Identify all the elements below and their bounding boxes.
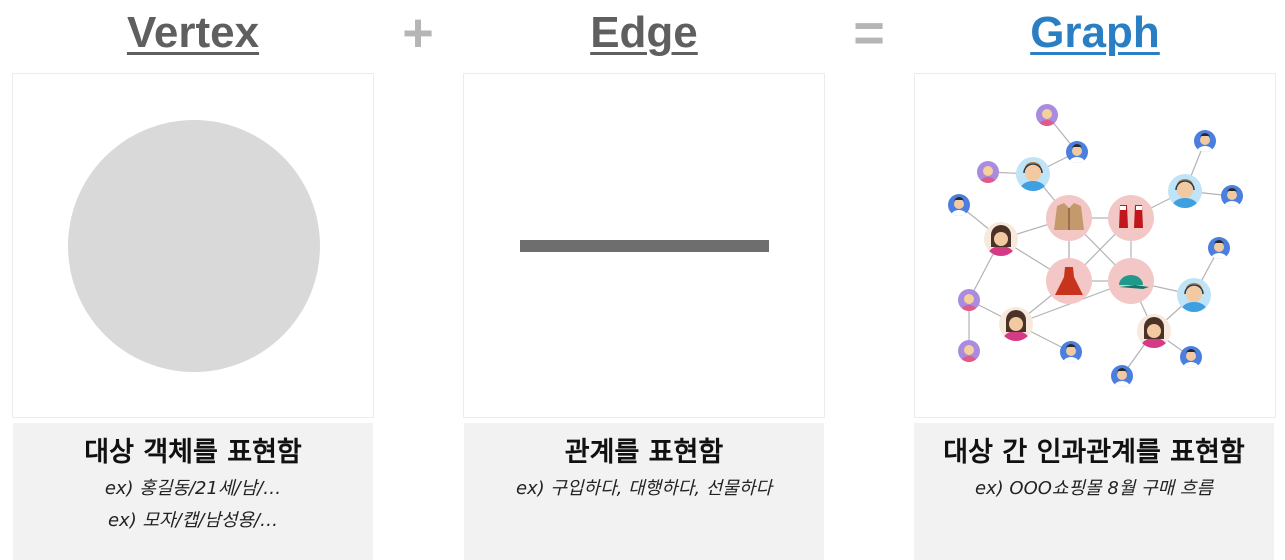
jacket-icon — [1046, 195, 1092, 241]
blonde-woman-avatar — [1036, 104, 1058, 126]
edge-example-1: ex) 구입하다, 대행하다, 선물하다 — [515, 478, 773, 499]
blonde-woman-avatar — [977, 161, 999, 183]
sneakers-icon — [1108, 195, 1154, 241]
equals-operator: = — [853, 3, 885, 63]
man-avatar — [1066, 141, 1088, 163]
vertex-example-1: ex) 홍길동/21세/남/… — [104, 478, 282, 499]
edge-panel — [463, 73, 825, 418]
headset-woman-avatar — [999, 307, 1033, 341]
cap-icon — [1108, 258, 1154, 304]
dress-icon — [1046, 258, 1092, 304]
man-avatar — [948, 194, 970, 216]
graph-caption-title: 대상 간 인과관계를 표현함 — [943, 437, 1245, 468]
headset-woman-avatar — [984, 222, 1018, 256]
vertex-example-2: ex) 모자/캡/남성용/… — [107, 510, 279, 531]
headset-woman-avatar — [1137, 314, 1171, 348]
edge-caption-title: 관계를 표현함 — [564, 437, 724, 468]
vertex-circle — [68, 120, 320, 372]
graph-heading: Graph — [1030, 8, 1160, 57]
man-avatar — [1060, 341, 1082, 363]
edge-caption: 관계를 표현함 ex) 구입하다, 대행하다, 선물하다 — [464, 423, 824, 560]
headset-man-avatar — [1177, 278, 1211, 312]
vertex-caption-title: 대상 객체를 표현함 — [84, 437, 302, 468]
edge-line — [520, 240, 769, 252]
man-avatar — [1208, 237, 1230, 259]
man-avatar — [1221, 185, 1243, 207]
headset-man-avatar — [1168, 174, 1202, 208]
plus-operator: + — [402, 3, 434, 63]
headset-man-avatar — [1016, 157, 1050, 191]
vertex-caption: 대상 객체를 표현함 ex) 홍길동/21세/남/… ex) 모자/캡/남성용/… — [13, 423, 373, 560]
graph-panel — [914, 73, 1276, 418]
man-avatar — [1194, 130, 1216, 152]
man-avatar — [1180, 346, 1202, 368]
graph-example-1: ex) OOO쇼핑몰 8월 구매 흐름 — [974, 478, 1214, 499]
blonde-woman-avatar — [958, 340, 980, 362]
vertex-panel — [12, 73, 374, 418]
man-avatar — [1111, 365, 1133, 387]
graph-network-illustration — [948, 104, 1243, 387]
edge-heading: Edge — [590, 8, 698, 57]
graph-caption: 대상 간 인과관계를 표현함 ex) OOO쇼핑몰 8월 구매 흐름 — [914, 423, 1274, 560]
vertex-heading: Vertex — [126, 8, 260, 57]
